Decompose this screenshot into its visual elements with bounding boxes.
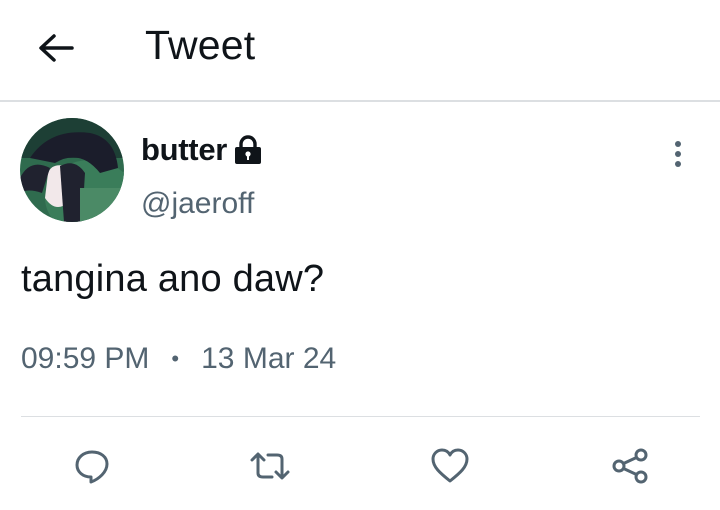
arrow-left-icon — [39, 34, 74, 62]
display-name[interactable]: butter — [141, 132, 227, 168]
avatar[interactable] — [20, 118, 124, 222]
author-name-row[interactable]: butter — [141, 132, 263, 168]
tweet-text: tangina ano daw? — [21, 258, 325, 300]
retweet-button[interactable] — [246, 442, 294, 490]
tweet-date[interactable]: 13 Mar 24 — [201, 342, 336, 376]
like-button[interactable] — [426, 442, 474, 490]
tweet-time[interactable]: 09:59 PM — [21, 342, 149, 376]
page-title: Tweet — [145, 22, 256, 68]
retweet-icon — [250, 452, 290, 480]
back-button[interactable] — [30, 28, 82, 68]
heart-icon — [431, 448, 469, 483]
separator-dot: • — [171, 346, 180, 371]
more-vertical-icon — [675, 141, 681, 167]
lock-icon — [235, 135, 262, 164]
share-button[interactable] — [606, 442, 654, 490]
user-handle[interactable]: @jaeroff — [141, 187, 254, 221]
tweet-timestamp[interactable]: 09:59 PM • 13 Mar 24 — [21, 342, 336, 376]
reply-icon — [75, 450, 109, 484]
avatar-image — [20, 118, 124, 222]
more-options-button[interactable] — [664, 134, 692, 174]
reply-button[interactable] — [68, 442, 116, 490]
top-bar: Tweet — [0, 0, 720, 102]
share-icon — [612, 448, 648, 484]
divider — [21, 416, 700, 417]
